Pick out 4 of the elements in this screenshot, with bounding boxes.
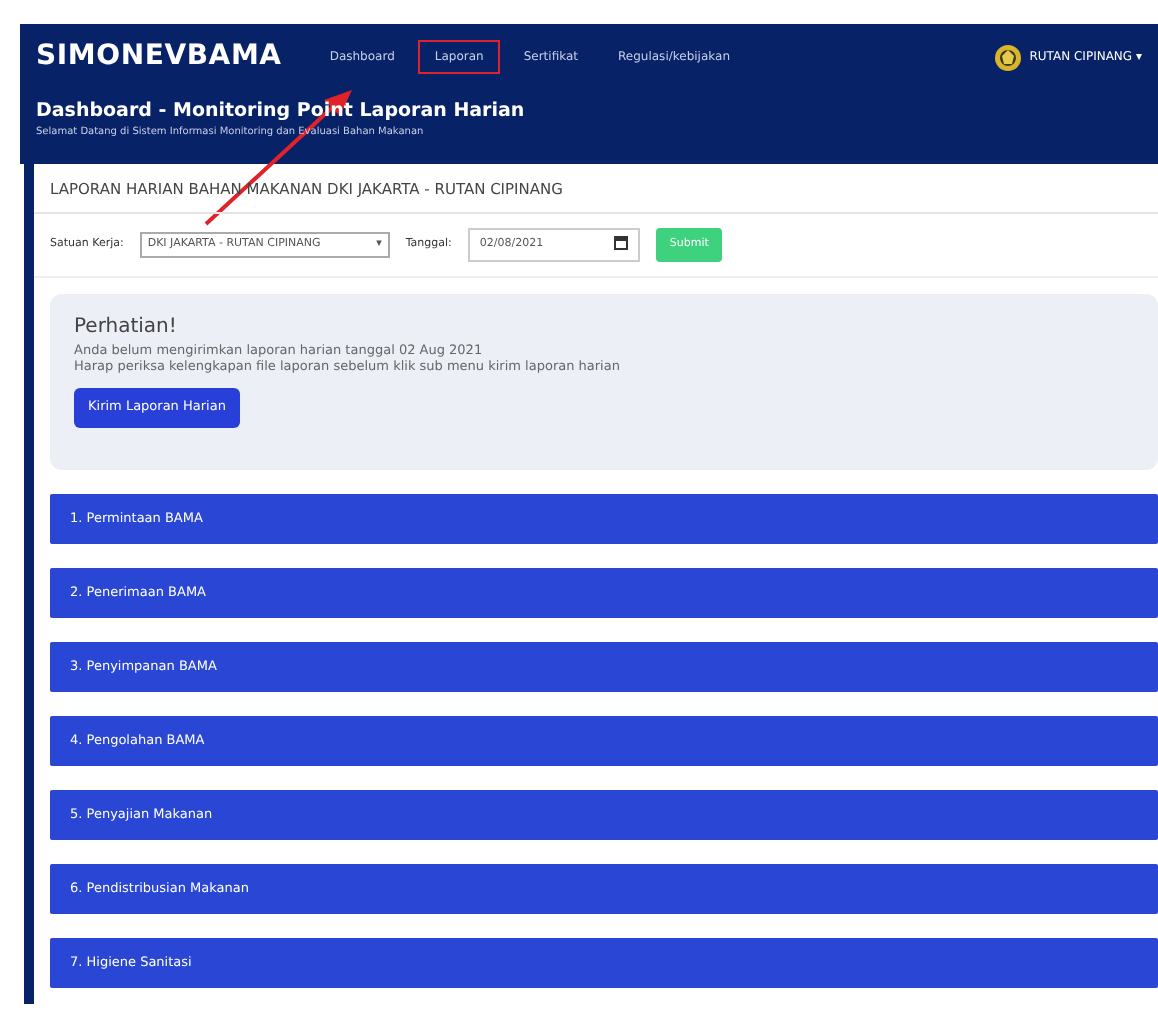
alert-title: Perhatian! — [74, 313, 179, 341]
emblem-icon — [993, 43, 1022, 71]
calendar-icon[interactable] — [613, 236, 628, 251]
app-logo[interactable]: SIMONEVBAMA — [36, 36, 282, 78]
